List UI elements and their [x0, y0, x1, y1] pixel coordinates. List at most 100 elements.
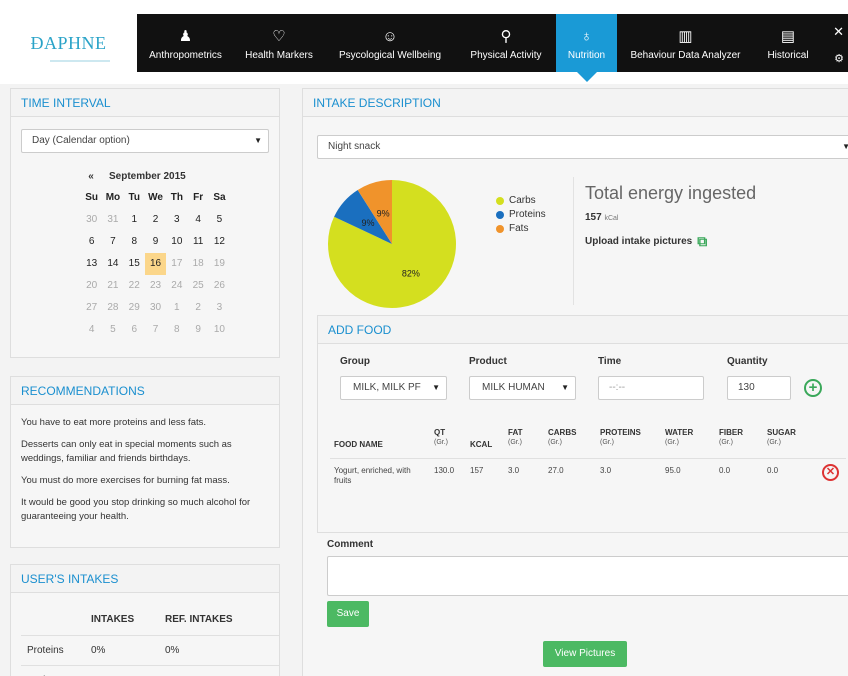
column-header: CARBS (Gr.) [548, 428, 576, 448]
calendar-day[interactable]: 10 [209, 319, 230, 341]
calendar-day[interactable]: 6 [81, 231, 102, 253]
logo-text: ÐAPHNE [30, 32, 107, 53]
calendar-day[interactable]: 4 [187, 209, 208, 231]
nutrient-pie-chart: 82% 9% 9% [327, 179, 457, 312]
table-divider [330, 458, 846, 459]
calendar-day[interactable]: 5 [209, 209, 230, 231]
calendar-day[interactable]: 2 [145, 209, 166, 231]
column-header: FOOD NAME [334, 440, 383, 449]
nav-item-psycological-wellbeing[interactable]: ☺ Psycological Wellbeing [324, 14, 456, 72]
calendar-day[interactable]: 18 [187, 253, 208, 275]
users-intakes-title: USER'S INTAKES [11, 565, 279, 593]
column-unit: (Gr.) [767, 439, 781, 446]
calendar-day[interactable]: 3 [209, 297, 230, 319]
quantity-input[interactable]: 130 [727, 376, 791, 400]
calendar-day[interactable]: 8 [166, 319, 187, 341]
calendar-day[interactable]: 7 [145, 319, 166, 341]
calendar-day[interactable]: 6 [124, 319, 145, 341]
calendar-day[interactable]: 1 [124, 209, 145, 231]
meal-select[interactable]: Night snack ▼ [317, 135, 848, 159]
add-food-panel: ADD FOOD Group MILK, MILK PF ▼ Product M… [317, 315, 848, 533]
pie-legend: Carbs Proteins Fats [496, 194, 546, 236]
nav-item-anthropometrics[interactable]: ♟ Anthropometrics [137, 14, 234, 72]
recommendations-panel: RECOMMENDATIONS You have to eat more pro… [10, 376, 280, 548]
group-select[interactable]: MILK, MILK PF ▼ [340, 376, 447, 400]
calendar-day[interactable]: 15 [124, 253, 145, 275]
column-name: SUGAR [767, 428, 796, 437]
calendar-day[interactable]: 13 [81, 253, 102, 275]
main-nav: ♟ Anthropometrics ♡ Health Markers ☺ Psy… [137, 14, 848, 82]
table-cell: Yogurt, enriched, with fruits [334, 466, 411, 485]
gear-icon[interactable]: ⚙ [834, 52, 844, 65]
calendar-day[interactable]: 3 [166, 209, 187, 231]
recommendation-item: You have to eat more proteins and less f… [21, 417, 207, 428]
calendar-day[interactable]: 26 [209, 275, 230, 297]
calendar-day[interactable]: 1 [166, 297, 187, 319]
product-select[interactable]: MILK HUMAN ▼ [469, 376, 576, 400]
nav-item-health-markers[interactable]: ♡ Health Markers [234, 14, 324, 72]
energy-summary: Total energy ingested 157 kCal Upload in… [585, 183, 756, 250]
calendar-day[interactable]: 19 [209, 253, 230, 275]
calendar-day[interactable]: 7 [102, 231, 123, 253]
nav-item-nutrition[interactable]: ♁ Nutrition [556, 14, 617, 82]
calendar-day[interactable]: 17 [166, 253, 187, 275]
table-cell: 157 [470, 466, 484, 475]
calendar: « September 2015 Su Mo Tu We Th Fr Sa 30 31 1 2 3 4… [81, 167, 231, 341]
legend-item-proteins: Proteins [496, 208, 546, 222]
interval-select[interactable]: Day (Calendar option) ▼ [21, 129, 269, 153]
view-pictures-button[interactable]: View Pictures [543, 641, 627, 667]
table-cell: 3.0 [508, 466, 520, 475]
column-header: FAT (Gr.) [508, 428, 523, 448]
comment-textarea[interactable] [327, 556, 848, 596]
save-button[interactable]: Save [327, 601, 369, 627]
intake-description-title: INTAKE DESCRIPTION [303, 89, 848, 117]
upload-pictures-link[interactable]: Upload intake pictures ⧉ [585, 233, 756, 250]
calendar-day[interactable]: 27 [81, 297, 102, 319]
column-name: WATER [665, 428, 694, 437]
calendar-day[interactable]: 16 [144, 253, 167, 275]
column-unit: (Gr.) [508, 439, 522, 446]
calendar-day[interactable]: 22 [124, 275, 145, 297]
close-icon[interactable]: ✕ [833, 24, 844, 40]
calendar-day[interactable]: 29 [124, 297, 145, 319]
energy-value: 157 kCal [585, 212, 756, 223]
time-input[interactable]: --:-- [598, 376, 704, 400]
calendar-day[interactable]: 28 [102, 297, 123, 319]
calendar-day[interactable]: 9 [145, 231, 166, 253]
calendar-day[interactable]: 9 [187, 319, 208, 341]
top-bar: ÐAPHNE ♟ Anthropometrics ♡ Health Marker… [0, 0, 848, 84]
prev-month-button[interactable]: « [81, 167, 101, 187]
calendar-day[interactable]: 8 [124, 231, 145, 253]
comment-label: Comment [327, 539, 374, 550]
legend-item-carbs: Carbs [496, 194, 546, 208]
calendar-day[interactable]: 5 [102, 319, 123, 341]
recommendation-item: Desserts can only eat in special moments… [21, 439, 232, 464]
nav-item-historical[interactable]: ▤ Historical [754, 14, 822, 72]
calendar-day[interactable]: 20 [81, 275, 102, 297]
caret-down-icon: ▼ [842, 142, 848, 151]
weekday-label: Th [170, 192, 183, 203]
logo[interactable]: ÐAPHNE [0, 14, 137, 72]
calendar-day[interactable]: 30 [145, 297, 166, 319]
calendar-day[interactable]: 25 [187, 275, 208, 297]
calendar-day[interactable]: 30 [81, 209, 102, 231]
table-cell: 0% [165, 645, 180, 656]
calendar-day[interactable]: 2 [187, 297, 208, 319]
table-cell: 95.0 [665, 466, 681, 475]
calendar-day[interactable]: 12 [209, 231, 230, 253]
nav-item-physical-activity[interactable]: ⚲ Physical Activity [456, 14, 556, 72]
column-name: FIBER [719, 428, 743, 437]
calendar-day[interactable]: 4 [81, 319, 102, 341]
intake-description-panel: INTAKE DESCRIPTION Night snack ▼ 82% 9% 9%… [302, 88, 848, 676]
calendar-day[interactable]: 14 [102, 253, 123, 275]
table-cell: 3.0 [600, 466, 612, 475]
calendar-day[interactable]: 24 [166, 275, 187, 297]
add-food-plus-icon[interactable]: + [804, 379, 822, 397]
calendar-day[interactable]: 31 [102, 209, 123, 231]
delete-row-icon[interactable]: ✕ [822, 464, 839, 481]
calendar-day[interactable]: 10 [166, 231, 187, 253]
calendar-day[interactable]: 23 [145, 275, 166, 297]
calendar-day[interactable]: 11 [187, 231, 208, 253]
calendar-day[interactable]: 21 [102, 275, 123, 297]
nav-item-behaviour-data-analyzer[interactable]: ▥ Behaviour Data Analyzer [617, 14, 754, 72]
